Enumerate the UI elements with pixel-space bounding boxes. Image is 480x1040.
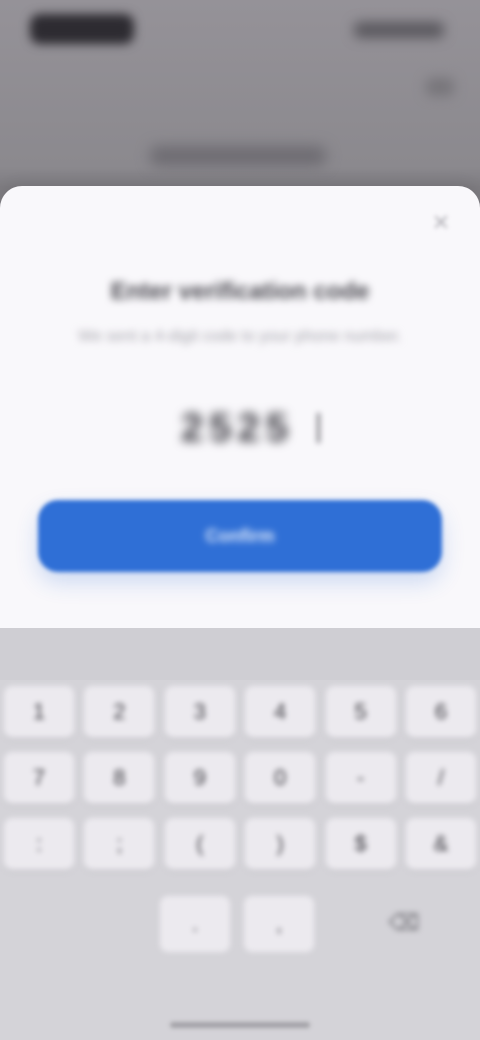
key[interactable]: 1 (4, 686, 74, 738)
screen: ✕ Enter verification code We sent a 4-di… (0, 0, 480, 1040)
sheet-title: Enter verification code (110, 278, 370, 305)
text-caret (316, 413, 320, 443)
keyboard-toolbar (0, 628, 480, 680)
key[interactable]: 8 (84, 752, 155, 804)
keyboard-row: : ; ( ) $ & (0, 818, 480, 870)
key[interactable]: 7 (4, 752, 74, 804)
background-page-title (150, 146, 326, 166)
code-input[interactable] (160, 404, 315, 452)
key[interactable]: ( (164, 818, 235, 870)
keyboard-row: 7 8 9 0 - / (0, 752, 480, 804)
key[interactable]: $ (325, 818, 396, 870)
key-period[interactable]: . (160, 896, 230, 952)
close-icon: ✕ (431, 210, 451, 235)
confirm-button-label: Confirm (205, 525, 275, 546)
keyboard-grid: 1 2 3 4 5 6 7 8 9 0 - / : ; ( ) $ & (0, 686, 480, 884)
key[interactable]: 0 (245, 752, 316, 804)
key[interactable]: : (4, 818, 74, 870)
numeric-keyboard: 1 2 3 4 5 6 7 8 9 0 - / : ; ( ) $ & . , … (0, 628, 480, 1040)
status-time (30, 14, 134, 44)
key[interactable]: 5 (325, 686, 396, 738)
home-indicator (170, 1022, 310, 1028)
close-button[interactable]: ✕ (426, 208, 456, 238)
verification-sheet: ✕ Enter verification code We sent a 4-di… (0, 186, 480, 646)
key[interactable]: 3 (164, 686, 235, 738)
status-icons (354, 22, 444, 38)
keyboard-bottom-row: . , ⌫ (0, 896, 480, 966)
keyboard-row: 1 2 3 4 5 6 (0, 686, 480, 738)
key[interactable]: - (325, 752, 396, 804)
key[interactable]: 9 (164, 752, 235, 804)
key[interactable]: ) (245, 818, 316, 870)
sheet-description: We sent a 4-digit code to your phone num… (78, 328, 402, 345)
backspace-icon: ⌫ (388, 910, 420, 935)
status-bar (0, 0, 480, 64)
key[interactable]: 4 (245, 686, 316, 738)
key[interactable]: ; (84, 818, 155, 870)
key-comma[interactable]: , (244, 896, 314, 952)
code-field[interactable] (160, 398, 320, 458)
key[interactable]: 6 (405, 686, 476, 738)
confirm-button[interactable]: Confirm (38, 500, 442, 572)
key[interactable]: & (405, 818, 476, 870)
key[interactable]: 2 (84, 686, 155, 738)
background-nav-icon (426, 78, 454, 96)
delete-key[interactable]: ⌫ (386, 910, 422, 936)
key[interactable]: / (405, 752, 476, 804)
